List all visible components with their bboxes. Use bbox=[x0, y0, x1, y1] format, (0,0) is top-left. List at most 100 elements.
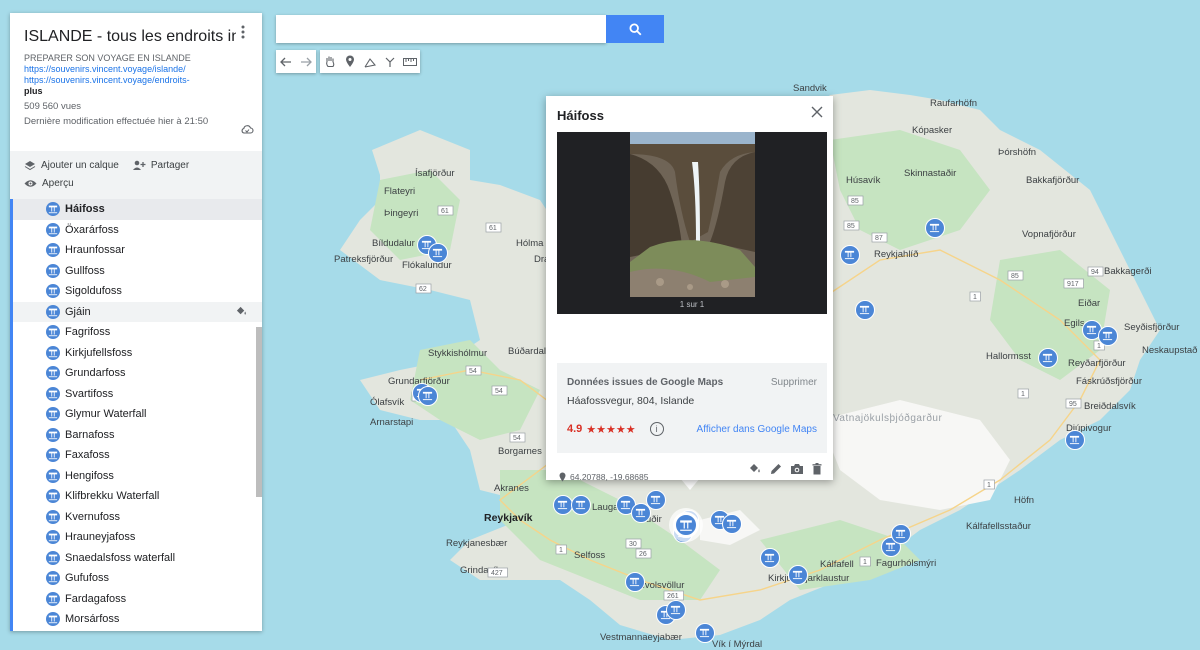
road-number: 427 bbox=[491, 570, 503, 577]
waterfall-icon bbox=[859, 305, 870, 315]
map-marker[interactable] bbox=[428, 243, 448, 263]
selected-map-marker[interactable] bbox=[673, 512, 699, 538]
card-tools bbox=[748, 463, 822, 475]
waterfall-icon bbox=[48, 287, 58, 296]
list-scrollbar[interactable] bbox=[256, 327, 262, 497]
delete-details-button[interactable]: Supprimer bbox=[771, 377, 817, 388]
list-item[interactable]: Kvernufoss bbox=[13, 507, 262, 528]
list-item[interactable]: Grundarfoss bbox=[13, 363, 262, 384]
undo-button[interactable] bbox=[276, 50, 296, 73]
list-item[interactable]: Hengifoss bbox=[13, 466, 262, 487]
waterfall-marker-icon bbox=[46, 468, 60, 483]
map-label-kalfafell: Kálfafell bbox=[820, 559, 854, 570]
map-marker[interactable] bbox=[925, 218, 945, 238]
map-label-reydarfjordur: Reyðarfjörður bbox=[1068, 358, 1126, 369]
search-button[interactable] bbox=[606, 15, 664, 43]
waterfall-icon bbox=[1102, 331, 1113, 341]
list-item[interactable]: Gjáin bbox=[13, 301, 262, 322]
place-info-card: Háifoss 1 sur 1 Données issues de Google… bbox=[546, 96, 833, 482]
map-marker[interactable] bbox=[625, 572, 645, 592]
photo-counter: 1 sur 1 bbox=[679, 300, 705, 309]
measure-button[interactable] bbox=[400, 50, 420, 73]
map-marker[interactable] bbox=[760, 548, 780, 568]
map-marker[interactable] bbox=[840, 245, 860, 265]
list-item-label: Barnafoss bbox=[65, 428, 115, 441]
map-marker[interactable] bbox=[722, 514, 742, 534]
redo-button[interactable] bbox=[296, 50, 316, 73]
description-link-2[interactable]: https://souvenirs.vincent.voyage/endroit… bbox=[24, 75, 248, 86]
map-marker[interactable] bbox=[571, 495, 591, 515]
list-item[interactable]: Morsárfoss bbox=[13, 609, 262, 630]
list-item[interactable]: Kirkjufellsfoss bbox=[13, 343, 262, 364]
list-item[interactable]: Klifbrekku Waterfall bbox=[13, 486, 262, 507]
map-title[interactable]: ISLANDE - tous les endroits indis... bbox=[24, 26, 236, 48]
map-marker[interactable] bbox=[553, 495, 573, 515]
map-marker[interactable] bbox=[695, 623, 715, 643]
waterfall-photo[interactable] bbox=[630, 132, 755, 297]
waterfall-icon bbox=[650, 495, 661, 505]
cloud-saved-icon bbox=[241, 125, 254, 134]
map-marker[interactable] bbox=[788, 565, 808, 585]
list-item[interactable]: Háifoss bbox=[13, 199, 262, 220]
road-number: 85 bbox=[847, 223, 855, 230]
draw-tools bbox=[320, 50, 420, 73]
camera-icon[interactable] bbox=[790, 463, 804, 475]
map-marker[interactable] bbox=[418, 386, 438, 406]
map-marker[interactable] bbox=[855, 300, 875, 320]
map-marker[interactable] bbox=[1038, 348, 1058, 368]
list-item[interactable]: Fardagafoss bbox=[13, 589, 262, 610]
description-link-1[interactable]: https://souvenirs.vincent.voyage/islande… bbox=[24, 64, 248, 75]
list-item[interactable]: Öxarárfoss bbox=[13, 220, 262, 241]
waterfall-marker-icon bbox=[46, 202, 60, 216]
draw-line-button[interactable] bbox=[360, 50, 380, 73]
map-marker[interactable] bbox=[646, 490, 666, 510]
list-item[interactable]: Faxafoss bbox=[13, 445, 262, 466]
waterfall-marker-icon bbox=[46, 427, 60, 442]
undo-icon bbox=[280, 57, 291, 66]
pan-tool-button[interactable] bbox=[320, 50, 340, 73]
close-button[interactable] bbox=[811, 106, 823, 122]
info-icon[interactable]: i bbox=[649, 422, 664, 436]
road-number: 261 bbox=[667, 593, 679, 600]
style-button[interactable] bbox=[235, 306, 248, 320]
map-label-vik: Vík í Mýrdal bbox=[712, 639, 762, 650]
more-link[interactable]: plus bbox=[24, 86, 248, 97]
paint-bucket-icon[interactable] bbox=[748, 463, 762, 475]
preview-button[interactable]: Aperçu bbox=[24, 176, 74, 191]
map-marker[interactable] bbox=[666, 600, 686, 620]
map-marker[interactable] bbox=[891, 524, 911, 544]
map-label-patreksfjordur: Patreksfjörður bbox=[334, 254, 393, 265]
delete-icon[interactable] bbox=[812, 463, 822, 475]
waterfall-marker-icon bbox=[46, 591, 60, 606]
map-marker[interactable] bbox=[1098, 326, 1118, 346]
list-item-label: Fagrifoss bbox=[65, 326, 111, 339]
list-item[interactable]: Svartifoss bbox=[13, 384, 262, 405]
list-item-label: Kvernufoss bbox=[65, 510, 121, 523]
open-in-google-maps-link[interactable]: Afficher dans Google Maps bbox=[697, 424, 817, 435]
list-item[interactable]: Glymur Waterfall bbox=[13, 404, 262, 425]
road-number: 1 bbox=[559, 547, 563, 554]
list-item[interactable]: Gufufoss bbox=[13, 568, 262, 589]
list-item[interactable]: Barnafoss bbox=[13, 425, 262, 446]
add-layer-button[interactable]: Ajouter un calque bbox=[24, 158, 119, 173]
waterfall-marker-icon bbox=[46, 550, 60, 565]
list-item[interactable]: Snaedalsfoss waterfall bbox=[13, 548, 262, 569]
photo-viewer[interactable]: 1 sur 1 bbox=[557, 132, 827, 314]
list-item[interactable]: Hrauneyjafoss bbox=[13, 527, 262, 548]
list-item[interactable]: Sigoldufoss bbox=[13, 281, 262, 302]
google-maps-details: Données issues de Google Maps Supprimer … bbox=[557, 363, 827, 453]
list-item[interactable]: Gullfoss bbox=[13, 261, 262, 282]
waterfall-icon bbox=[792, 570, 803, 580]
list-item-label: Snaedalsfoss waterfall bbox=[65, 551, 176, 564]
add-marker-button[interactable] bbox=[340, 50, 360, 73]
list-item[interactable]: Fagrifoss bbox=[13, 322, 262, 343]
share-button[interactable]: Partager bbox=[132, 158, 189, 173]
route-button[interactable] bbox=[380, 50, 400, 73]
more-options-button[interactable] bbox=[236, 25, 250, 45]
list-item[interactable]: Hraunfossar bbox=[13, 240, 262, 261]
map-label-faskrudsfjordur: Fáskrúðsfjörður bbox=[1076, 376, 1142, 387]
edit-icon[interactable] bbox=[770, 463, 782, 475]
map-marker[interactable] bbox=[1065, 430, 1085, 450]
waterfall-icon bbox=[48, 226, 58, 234]
search-input[interactable] bbox=[276, 15, 606, 43]
